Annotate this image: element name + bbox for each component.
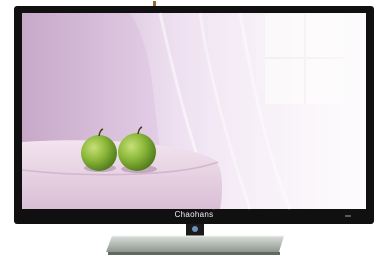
- tv-screen: [21, 12, 366, 210]
- brand-logo: Chaohans: [174, 210, 214, 219]
- tv-product-photo: Chaohans: [0, 0, 388, 278]
